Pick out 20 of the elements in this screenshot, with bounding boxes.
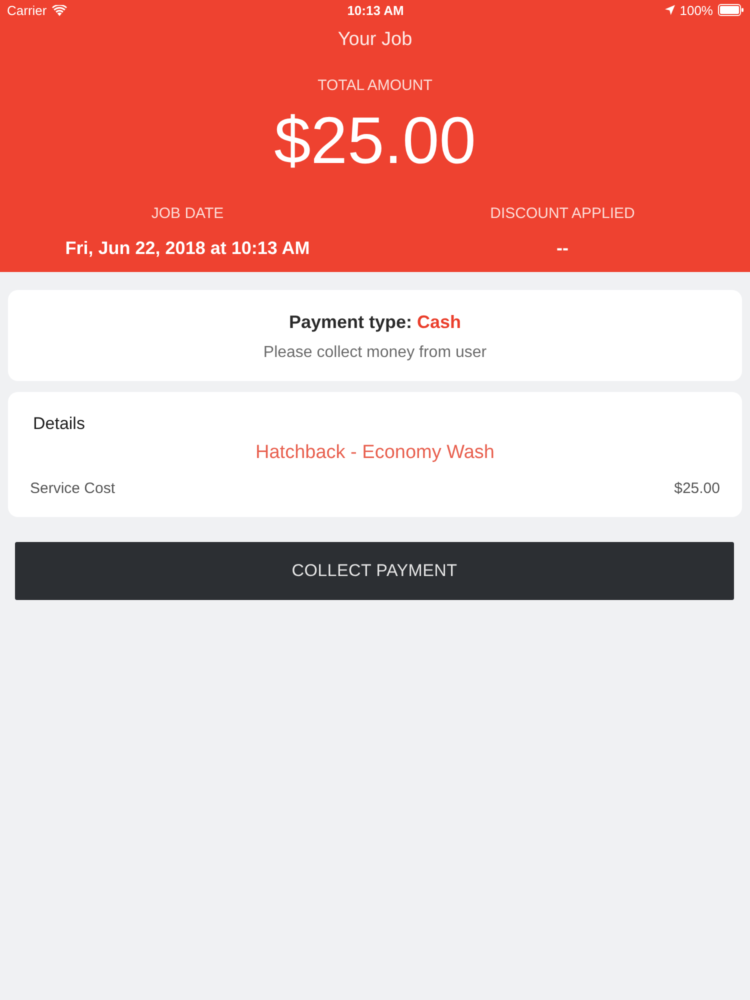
page-title: Your Job <box>336 28 414 52</box>
service-name: Hatchback - Economy Wash <box>256 442 494 464</box>
total-amount: $25.00 <box>273 105 477 175</box>
battery-percent: 100% <box>680 2 713 18</box>
payment-type-text: Payment type: Cash <box>288 311 462 333</box>
stat-label: DISCOUNT APPLIED <box>490 204 635 224</box>
details-title: Details <box>32 414 86 434</box>
carrier-label: Carrier <box>7 2 47 18</box>
wifi-icon <box>52 4 67 16</box>
stat-label: JOB DATE <box>151 204 224 224</box>
stat-value: -- <box>556 237 568 259</box>
cost-value: $25.00 <box>674 479 720 499</box>
cost-label: Service Cost <box>30 479 116 499</box>
status-time: 10:13 AM <box>347 2 404 18</box>
payment-note: Please collect money from user <box>263 343 487 363</box>
location-arrow-icon <box>664 5 675 15</box>
collect-payment-button[interactable]: COLLECT PAYMENT <box>15 542 734 600</box>
stat-value: Fri, Jun 22, 2018 at 10:13 AM <box>65 237 310 259</box>
battery-icon <box>718 4 744 16</box>
total-amount-label: TOTAL AMOUNT <box>316 76 434 96</box>
